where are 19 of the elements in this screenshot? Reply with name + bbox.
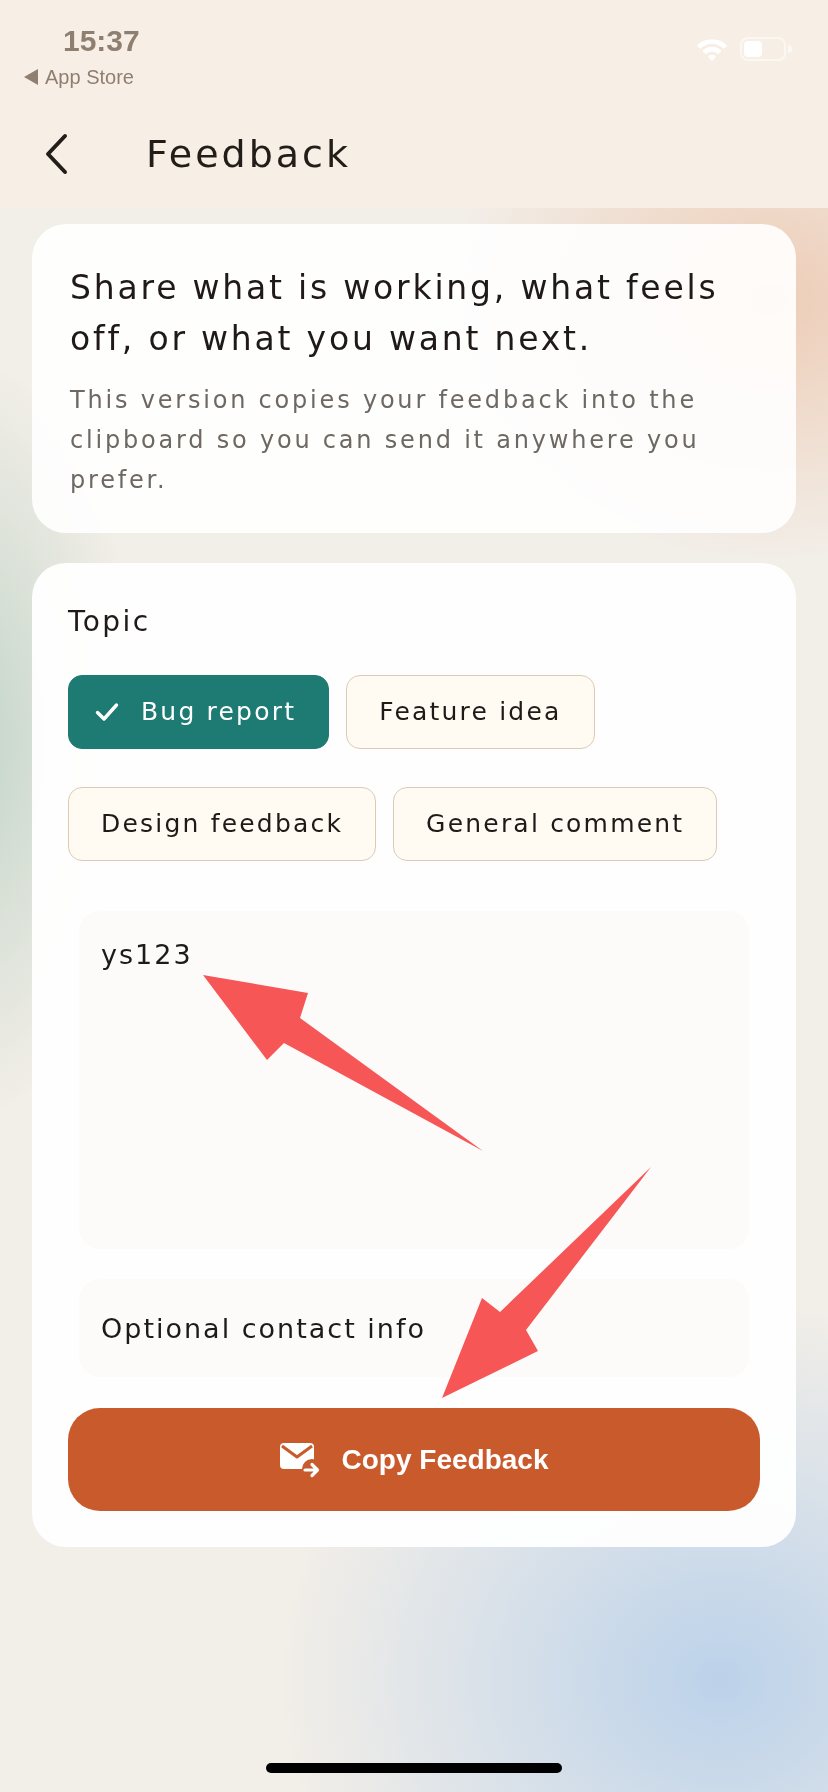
status-time: 15:37 — [62, 23, 140, 59]
wifi-icon — [696, 37, 728, 61]
topic-label: Topic — [68, 604, 152, 640]
contact-field[interactable]: Optional contact info — [79, 1279, 749, 1377]
topic-chip[interactable]: Feature idea — [346, 675, 595, 749]
message-field[interactable]: ys123 — [79, 911, 749, 1249]
chevron-left-icon — [44, 133, 68, 175]
copy-feedback-button[interactable]: Copy Feedback — [68, 1408, 760, 1511]
topic-chip[interactable]: Bug report — [68, 675, 330, 749]
mail-send-icon — [279, 1440, 322, 1479]
intro-text: This version copies your feedback into the clipboard so you can send it anywhere you prefer. — [70, 385, 701, 496]
battery-icon — [740, 37, 792, 61]
checkmark-icon — [95, 702, 119, 722]
page-title: Feedback — [146, 131, 351, 177]
intro-heading: Share what is working, what feels off, or what you want next. — [70, 267, 720, 360]
topic-chip[interactable]: General comment — [393, 787, 718, 861]
back-triangle-icon — [24, 69, 38, 85]
topic-chip[interactable]: Design feedback — [68, 787, 377, 861]
back-button[interactable] — [44, 133, 68, 175]
